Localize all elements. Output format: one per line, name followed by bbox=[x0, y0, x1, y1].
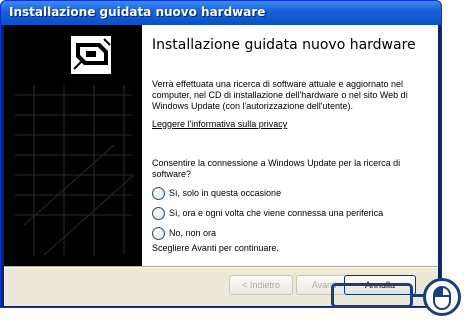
option-label[interactable]: No, non ora bbox=[169, 227, 216, 239]
radio-yes-once[interactable] bbox=[152, 187, 165, 200]
intro-text: Verrà effettuata una ricerca di software… bbox=[152, 79, 408, 111]
hardware-card-icon bbox=[69, 34, 113, 76]
wizard-side-panel bbox=[4, 25, 142, 266]
question-text: Consentire la connessione a Windows Upda… bbox=[152, 158, 401, 179]
wizard-heading: Installazione guidata nuovo hardware bbox=[152, 37, 416, 53]
wizard-background-graphic bbox=[14, 34, 135, 256]
privacy-link[interactable]: Leggere l'informativa sulla privacy bbox=[152, 119, 287, 130]
option-no[interactable]: No, non ora bbox=[152, 227, 432, 243]
back-button[interactable]: < Indietro bbox=[229, 275, 293, 295]
radio-no[interactable] bbox=[152, 227, 165, 240]
option-label[interactable]: Sì, ora e ogni volta che viene connessa … bbox=[169, 207, 383, 219]
mouse-callout bbox=[423, 278, 461, 316]
title-bar[interactable]: Installazione guidata nuovo hardware bbox=[1, 1, 441, 25]
wizard-window: Installazione guidata nuovo hardware Ins… bbox=[0, 0, 442, 308]
continue-hint: Scegliere Avanti per continuare. bbox=[152, 243, 279, 253]
option-yes-always[interactable]: Sì, ora e ogni volta che viene connessa … bbox=[152, 207, 432, 223]
mouse-icon bbox=[433, 286, 451, 310]
option-label[interactable]: Sì, solo in questa occasione bbox=[169, 187, 281, 199]
option-yes-once[interactable]: Sì, solo in questa occasione bbox=[152, 187, 432, 203]
cancel-highlight bbox=[331, 283, 413, 308]
window-title: Installazione guidata nuovo hardware bbox=[9, 5, 266, 19]
radio-yes-always[interactable] bbox=[152, 207, 165, 220]
button-divider bbox=[4, 266, 438, 268]
wizard-content: Installazione guidata nuovo hardware Ver… bbox=[142, 25, 438, 266]
update-options: Sì, solo in questa occasione Sì, ora e o… bbox=[152, 187, 432, 247]
wizard-body: Installazione guidata nuovo hardware Ver… bbox=[4, 25, 438, 306]
